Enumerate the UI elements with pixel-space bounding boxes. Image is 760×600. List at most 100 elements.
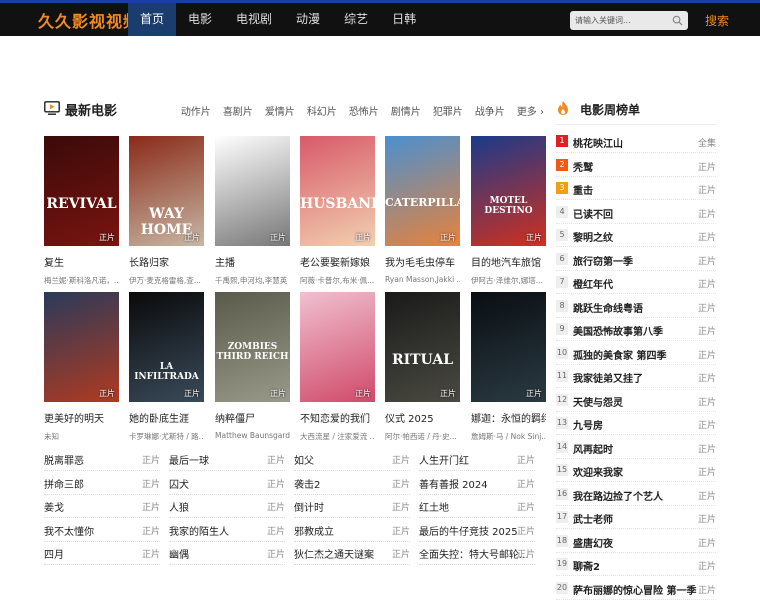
- nav-item-jpkr[interactable]: 日韩: [380, 3, 428, 36]
- list-item-title[interactable]: 如父: [294, 452, 314, 467]
- rank-item[interactable]: 8 跳跃生命线粤语 正片: [556, 295, 716, 318]
- list-item[interactable]: 狄仁杰之通天谜案 正片: [294, 542, 410, 565]
- list-item[interactable]: 我家的陌生人 正片: [169, 519, 285, 542]
- movie-poster[interactable]: CATERPILLARS 正片: [385, 136, 460, 246]
- more-link[interactable]: 更多 ›: [517, 103, 544, 118]
- movie-title[interactable]: 不知恋爱的我们: [300, 410, 375, 425]
- list-item-title[interactable]: 最后一球: [169, 452, 209, 467]
- movie-title[interactable]: 她的卧底生涯: [129, 410, 204, 425]
- movie-title[interactable]: 我为毛毛虫停车: [385, 254, 460, 269]
- list-item[interactable]: 邪教成立 正片: [294, 519, 410, 542]
- movie-card[interactable]: 正片 更美好的明天 未知: [44, 292, 119, 442]
- list-item[interactable]: 全面失控：特大号邮轮... 正片: [419, 542, 535, 565]
- list-item-title[interactable]: 狄仁杰之通天谜案: [294, 546, 374, 561]
- rank-item-title[interactable]: 黎明之纹: [573, 229, 613, 244]
- rank-item[interactable]: 2 秃鹫 正片: [556, 154, 716, 177]
- rank-item-title[interactable]: 我在路边捡了个艺人: [573, 488, 663, 503]
- movie-poster[interactable]: RITUAL 正片: [385, 292, 460, 402]
- movie-title[interactable]: 主播: [215, 254, 290, 269]
- movie-poster[interactable]: LA INFILTRADA 正片: [129, 292, 204, 402]
- movie-title[interactable]: 目的地汽车旅馆: [471, 254, 546, 269]
- movie-card[interactable]: WAY HOME 正片 长路归家 伊万·麦克格雷格,查...: [129, 136, 204, 286]
- movie-title[interactable]: 仪式 2025: [385, 410, 460, 425]
- movie-poster[interactable]: HUSBAND 正片: [300, 136, 375, 246]
- movie-card[interactable]: LA INFILTRADA 正片 她的卧底生涯 卡罗琳娜·尤斯特 / 路...: [129, 292, 204, 442]
- genre-link-scifi[interactable]: 科幻片: [307, 103, 337, 118]
- list-item[interactable]: 如父 正片: [294, 448, 410, 471]
- list-item-title[interactable]: 倒计时: [294, 499, 324, 514]
- rank-item-title[interactable]: 天使与怨灵: [573, 394, 623, 409]
- rank-item-title[interactable]: 橙红年代: [573, 276, 613, 291]
- list-item[interactable]: 姜戈 正片: [44, 495, 160, 518]
- movie-title[interactable]: 纳粹僵尸: [215, 410, 290, 425]
- rank-item[interactable]: 18 盛唐幻夜 正片: [556, 530, 716, 553]
- rank-item[interactable]: 11 我家徒弟又挂了 正片: [556, 365, 716, 388]
- rank-item-title[interactable]: 旅行窃第一季: [573, 253, 633, 268]
- rank-item[interactable]: 13 九号房 正片: [556, 412, 716, 435]
- list-item[interactable]: 善有善报 2024 正片: [419, 472, 535, 495]
- list-item-title[interactable]: 袭击2: [294, 476, 320, 491]
- search-icon[interactable]: [672, 15, 683, 26]
- movie-poster[interactable]: 正片: [215, 136, 290, 246]
- list-item[interactable]: 拼命三郎 正片: [44, 472, 160, 495]
- list-item-title[interactable]: 幽偶: [169, 546, 189, 561]
- list-item[interactable]: 最后的牛仔竞技 2025 正片: [419, 519, 535, 542]
- movie-card[interactable]: 正片 主播 千禹熙,申河均,李慧英: [215, 136, 290, 286]
- genre-link-comedy[interactable]: 喜剧片: [223, 103, 253, 118]
- search-button[interactable]: 搜索: [705, 12, 729, 29]
- list-item-title[interactable]: 最后的牛仔竞技 2025: [419, 523, 518, 538]
- list-item-title[interactable]: 我不太懂你: [44, 523, 94, 538]
- movie-card[interactable]: CATERPILLARS 正片我为毛毛虫停车 Ryan Masson,Jakki .…: [385, 136, 460, 284]
- rank-item-title[interactable]: 盛唐幻夜: [573, 535, 613, 550]
- nav-item-tv[interactable]: 电视剧: [224, 3, 284, 36]
- list-item[interactable]: 脱离罪恶 正片: [44, 448, 160, 471]
- list-item-title[interactable]: 善有善报 2024: [419, 476, 488, 491]
- movie-title[interactable]: 更美好的明天: [44, 410, 119, 425]
- rank-item[interactable]: 4 已读不回 正片: [556, 201, 716, 224]
- rank-item[interactable]: 3 重击 正片: [556, 177, 716, 200]
- nav-item-home[interactable]: 首页: [128, 3, 177, 36]
- rank-item[interactable]: 9 美国恐怖故事第八季 正片: [556, 318, 716, 341]
- movie-poster[interactable]: 正片: [300, 292, 375, 402]
- movie-title[interactable]: 老公要娶新嫁娘: [300, 254, 375, 269]
- list-item[interactable]: 我不太懂你 正片: [44, 519, 160, 542]
- rank-item[interactable]: 1 桃花映江山 全集: [556, 130, 716, 153]
- movie-card[interactable]: 正片 不知恋爱的我们 大西流星 / 注家爱流 ...: [300, 292, 375, 442]
- list-item-title[interactable]: 邪教成立: [294, 523, 334, 538]
- movie-card[interactable]: RITUAL 正片 仪式 2025 阿尔·帕西诺 / 丹·史...: [385, 292, 460, 442]
- rank-item[interactable]: 19 聊斋2 正片: [556, 553, 716, 576]
- search-input[interactable]: [570, 11, 666, 30]
- rank-item-title[interactable]: 孤独的美食家 第四季: [573, 347, 666, 362]
- genre-link-romance[interactable]: 爱情片: [265, 103, 295, 118]
- rank-item[interactable]: 5 黎明之纹 正片: [556, 224, 716, 247]
- list-item[interactable]: 红土地 正片: [419, 495, 535, 518]
- movie-title[interactable]: 长路归家: [129, 254, 204, 269]
- list-item-title[interactable]: 人生开门红: [419, 452, 469, 467]
- list-item[interactable]: 袭击2 正片: [294, 472, 410, 495]
- nav-item-movies[interactable]: 电影: [176, 3, 224, 36]
- rank-item-title[interactable]: 聊斋2: [573, 558, 600, 573]
- movie-poster[interactable]: WAY HOME 正片: [129, 136, 204, 246]
- movie-poster[interactable]: MOTEL DESTINO 正片: [471, 136, 546, 246]
- list-item-title[interactable]: 脱离罪恶: [44, 452, 84, 467]
- nav-item-variety[interactable]: 综艺: [332, 3, 380, 36]
- movie-card[interactable]: 正片 娜迦：永恒的羁绊 詹姆斯·马 / Nok Sinj...: [471, 292, 546, 442]
- genre-link-crime[interactable]: 犯罪片: [433, 103, 463, 118]
- rank-item-title[interactable]: 秃鹫: [573, 159, 593, 174]
- rank-item[interactable]: 12 天使与怨灵 正片: [556, 389, 716, 412]
- movie-card[interactable]: HUSBAND 正片 老公要娶新嫁娘 阿薇·卡普尔,布米·佩...: [300, 136, 375, 286]
- list-item-title[interactable]: 我家的陌生人: [169, 523, 229, 538]
- rank-item[interactable]: 20 萨布丽娜的惊心冒险 第一季 正片: [556, 577, 716, 600]
- list-item[interactable]: 四月 正片: [44, 542, 160, 565]
- movie-title[interactable]: 娜迦：永恒的羁绊: [471, 410, 546, 425]
- movie-poster[interactable]: ZOMBIES THIRD REICH 正片: [215, 292, 290, 402]
- genre-link-war[interactable]: 战争片: [475, 103, 505, 118]
- list-item-title[interactable]: 姜戈: [44, 499, 64, 514]
- rank-item[interactable]: 10 孤独的美食家 第四季 正片: [556, 342, 716, 365]
- list-item[interactable]: 囚犬 正片: [169, 472, 285, 495]
- list-item-title[interactable]: 全面失控：特大号邮轮...: [419, 546, 529, 561]
- movie-poster[interactable]: REVIVAL 正片: [44, 136, 119, 246]
- list-item[interactable]: 倒计时 正片: [294, 495, 410, 518]
- rank-item[interactable]: 6 旅行窃第一季 正片: [556, 248, 716, 271]
- rank-item-title[interactable]: 风再起时: [573, 441, 613, 456]
